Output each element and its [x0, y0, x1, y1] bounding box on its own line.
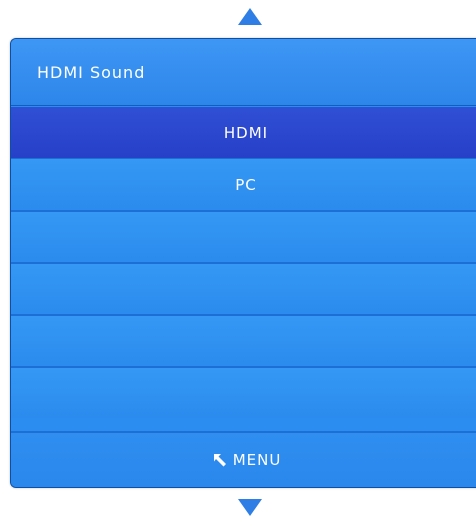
option-label: HDMI — [223, 123, 269, 142]
panel-title: HDMI Sound — [37, 62, 146, 82]
scroll-down-arrow-icon[interactable] — [238, 499, 262, 516]
option-empty — [11, 366, 476, 418]
menu-label: MENU — [232, 451, 282, 469]
option-empty — [11, 210, 476, 262]
hdmi-sound-panel: HDMI Sound HDMI PC MENU — [10, 38, 476, 488]
scroll-up-arrow-icon[interactable] — [238, 8, 262, 25]
option-empty — [11, 262, 476, 314]
panel-header: HDMI Sound — [11, 39, 476, 106]
option-hdmi[interactable]: HDMI — [11, 107, 476, 158]
return-arrow-icon — [211, 453, 227, 467]
option-pc[interactable]: PC — [11, 158, 476, 210]
option-empty — [11, 314, 476, 366]
option-label: PC — [235, 175, 257, 194]
hdmi-sound-screen: HDMI Sound HDMI PC MENU — [0, 0, 476, 518]
menu-footer-button[interactable]: MENU — [11, 431, 476, 487]
